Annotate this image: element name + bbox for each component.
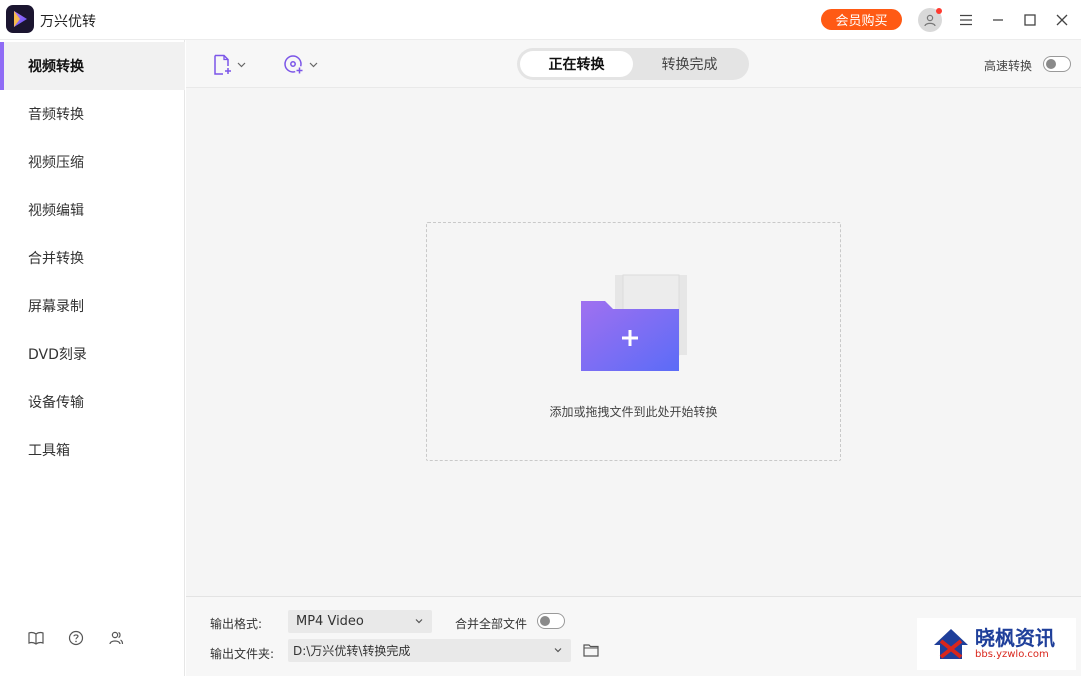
watermark-sub-text: bbs.yzwlo.com — [975, 649, 1049, 660]
chevron-down-icon — [237, 62, 246, 68]
output-format-select[interactable]: MP4 Video — [288, 610, 432, 633]
sidebar: 视频转换 音频转换 视频压缩 视频编辑 合并转换 屏幕录制 DVD刻录 设备传输… — [0, 40, 185, 676]
chevron-down-icon — [309, 62, 318, 68]
users-icon[interactable] — [107, 629, 125, 647]
tab-converting[interactable]: 正在转换 — [520, 51, 633, 77]
watermark-main-text: 晓枫资讯 — [975, 626, 1055, 650]
open-folder-button[interactable] — [583, 643, 599, 657]
sidebar-item-video-convert[interactable]: 视频转换 — [0, 42, 185, 90]
sidebar-item-video-edit[interactable]: 视频编辑 — [0, 186, 185, 234]
sidebar-item-device-transfer[interactable]: 设备传输 — [0, 378, 185, 426]
tab-completed[interactable]: 转换完成 — [633, 51, 746, 77]
sidebar-item-label: 屏幕录制 — [28, 299, 84, 315]
sidebar-item-video-compress[interactable]: 视频压缩 — [0, 138, 185, 186]
sidebar-item-label: 视频转换 — [28, 59, 84, 75]
dvd-add-icon — [284, 55, 304, 75]
help-icon[interactable] — [67, 629, 85, 647]
minimize-icon — [993, 19, 1003, 21]
toggle-knob — [540, 616, 550, 626]
watermark-text: 晓枫资讯 bbs.yzwlo.com — [975, 627, 1055, 661]
folder-icon — [583, 644, 599, 657]
sidebar-item-label: 工具箱 — [28, 443, 70, 459]
app-title: 万兴优转 — [40, 14, 96, 30]
add-file-button[interactable] — [213, 52, 246, 78]
sidebar-item-label: 音频转换 — [28, 107, 84, 123]
toggle-knob — [1046, 59, 1056, 69]
maximize-icon — [1024, 14, 1036, 26]
output-folder-label: 输出文件夹: — [210, 647, 275, 661]
chevron-down-icon — [554, 648, 562, 653]
vip-purchase-button[interactable]: 会员购买 — [821, 9, 902, 30]
menu-icon — [960, 14, 972, 26]
maximize-button[interactable] — [1019, 9, 1041, 31]
toolbar: 正在转换 转换完成 高速转换 — [186, 40, 1081, 88]
close-icon — [1056, 14, 1068, 26]
sidebar-item-toolbox[interactable]: 工具箱 — [0, 426, 185, 474]
book-icon[interactable] — [27, 629, 45, 647]
sidebar-item-label: DVD刻录 — [28, 347, 87, 363]
app-logo-icon — [6, 5, 34, 33]
notification-dot — [936, 8, 942, 14]
sidebar-item-label: 设备传输 — [28, 395, 84, 411]
high-speed-toggle[interactable] — [1043, 56, 1071, 72]
sidebar-item-screen-record[interactable]: 屏幕录制 — [0, 282, 185, 330]
merge-all-toggle[interactable] — [537, 613, 565, 629]
sidebar-item-label: 视频编辑 — [28, 203, 84, 219]
sidebar-item-merge-convert[interactable]: 合并转换 — [0, 234, 185, 282]
add-dvd-button[interactable] — [283, 52, 318, 78]
sidebar-item-audio-convert[interactable]: 音频转换 — [0, 90, 185, 138]
merge-all-label: 合并全部文件 — [455, 617, 528, 631]
title-bar: 万兴优转 会员购买 — [0, 0, 1081, 40]
drop-zone-hint: 添加或拖拽文件到此处开始转换 — [549, 405, 718, 419]
output-folder-select[interactable]: D:\万兴优转\转换完成 — [288, 639, 571, 662]
conversion-status-tabs: 正在转换 转换完成 — [517, 48, 749, 80]
output-folder-value: D:\万兴优转\转换完成 — [293, 644, 411, 658]
watermark-logo-icon — [934, 629, 968, 659]
watermark: 晓枫资讯 bbs.yzwlo.com — [917, 618, 1076, 670]
file-drop-zone[interactable]: 添加或拖拽文件到此处开始转换 — [426, 222, 841, 461]
folder-add-icon — [581, 274, 687, 371]
close-button[interactable] — [1051, 9, 1073, 31]
file-add-icon — [214, 54, 231, 75]
high-speed-label: 高速转换 — [984, 59, 1033, 73]
sidebar-item-dvd-burn[interactable]: DVD刻录 — [0, 330, 185, 378]
main-panel: 正在转换 转换完成 高速转换 添加或拖拽文件到此处开始转换 输出格式: MP4 … — [186, 40, 1081, 676]
output-format-value: MP4 Video — [296, 614, 364, 629]
minimize-button[interactable] — [987, 9, 1009, 31]
sidebar-item-label: 合并转换 — [28, 251, 84, 267]
user-icon — [924, 14, 936, 27]
chevron-down-icon — [415, 619, 423, 624]
sidebar-item-label: 视频压缩 — [28, 155, 84, 171]
menu-button[interactable] — [955, 9, 977, 31]
output-format-label: 输出格式: — [210, 617, 263, 631]
